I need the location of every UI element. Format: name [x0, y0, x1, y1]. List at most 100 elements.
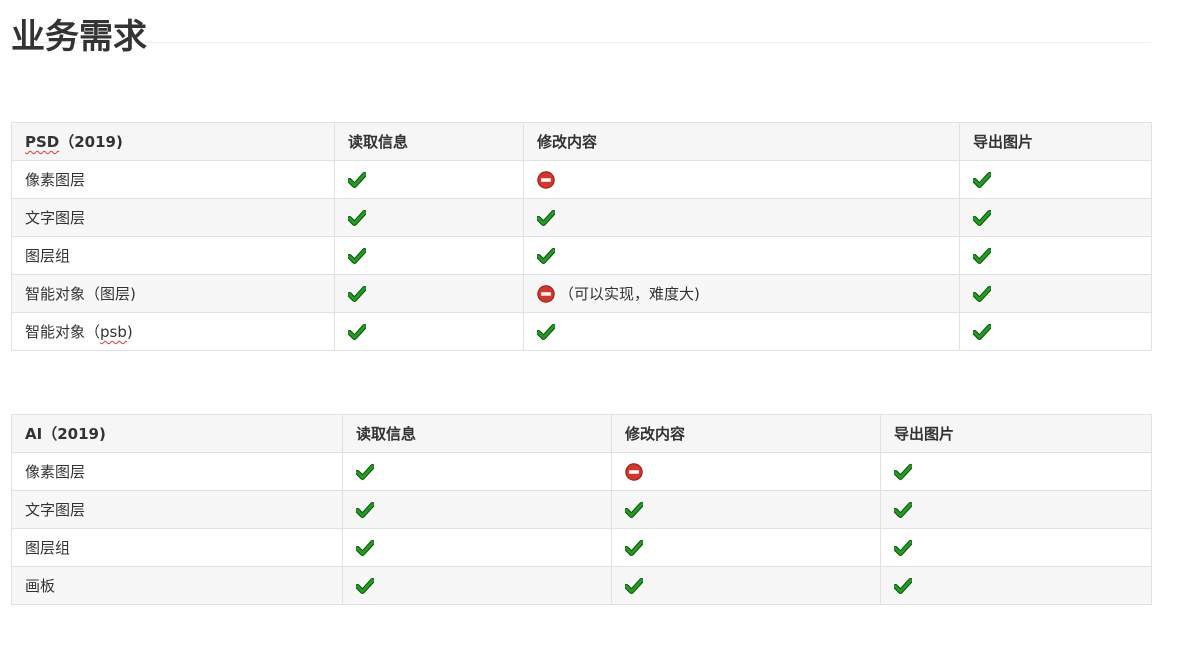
row-label: 画板	[25, 577, 56, 595]
check-mark-icon	[537, 248, 555, 264]
row-label: 像素图层	[25, 171, 86, 189]
modify-status-cell	[523, 160, 960, 199]
read-status-cell	[342, 490, 612, 529]
table-header-row: AI（2019) 读取信息 修改内容 导出图片	[11, 414, 1152, 453]
table-row: 文字图层	[11, 490, 1152, 529]
row-label: 文字图层	[25, 501, 86, 519]
no-entry-icon	[625, 463, 643, 481]
header-format-text-flagged: PSD	[25, 133, 60, 151]
check-mark-icon	[973, 324, 991, 340]
ai-capability-table: AI（2019) 读取信息 修改内容 导出图片 像素图层文字图层图层组画板	[11, 414, 1152, 605]
check-mark-icon	[973, 286, 991, 302]
table-row: 画板	[11, 566, 1152, 605]
table-row: 像素图层	[11, 160, 1152, 199]
read-status-cell	[334, 236, 524, 275]
header-export: 导出图片	[880, 414, 1152, 453]
check-mark-icon	[356, 464, 374, 480]
header-export: 导出图片	[959, 122, 1152, 161]
modify-status-cell	[611, 490, 881, 529]
no-entry-icon	[537, 284, 555, 303]
row-label-suffix: )	[126, 323, 133, 341]
header-read: 读取信息	[334, 122, 524, 161]
row-label-flagged: psb	[100, 323, 127, 341]
row-label: 智能对象（	[25, 323, 101, 341]
modify-status-cell	[523, 236, 960, 275]
export-status-cell	[959, 160, 1152, 199]
row-label-cell: 画板	[11, 566, 343, 605]
check-mark-icon	[973, 210, 991, 226]
header-format-text-suffix: （2019)	[59, 133, 123, 151]
row-label: 智能对象（图层)	[25, 285, 136, 303]
check-mark-icon	[356, 578, 374, 594]
modify-status-cell	[523, 198, 960, 237]
check-mark-icon	[894, 464, 912, 480]
export-status-cell	[880, 490, 1152, 529]
row-label-cell: 智能对象（图层)	[11, 274, 335, 313]
export-status-cell	[880, 528, 1152, 567]
check-mark-icon	[973, 172, 991, 188]
check-mark-icon	[894, 540, 912, 556]
check-mark-icon	[348, 324, 366, 340]
read-status-cell	[334, 274, 524, 313]
header-modify: 修改内容	[611, 414, 881, 453]
row-label-cell: 文字图层	[11, 198, 335, 237]
table-row: 图层组	[11, 528, 1152, 567]
check-mark-icon	[625, 578, 643, 594]
row-label: 像素图层	[25, 463, 86, 481]
check-mark-icon	[537, 210, 555, 226]
modify-status-cell	[523, 312, 960, 351]
modify-note: （可以实现，难度大)	[559, 285, 700, 303]
read-status-cell	[334, 160, 524, 199]
export-status-cell	[959, 274, 1152, 313]
psd-capability-table: PSD（2019) 读取信息 修改内容 导出图片 像素图层文字图层图层组智能对象…	[11, 122, 1152, 351]
row-label-cell: 像素图层	[11, 160, 335, 199]
modify-status-cell	[611, 452, 881, 491]
table-row: 智能对象（psb)	[11, 312, 1152, 351]
header-format-text: AI（2019)	[25, 425, 106, 443]
export-status-cell	[880, 452, 1152, 491]
export-status-cell	[959, 198, 1152, 237]
check-mark-icon	[356, 502, 374, 518]
export-status-cell	[959, 236, 1152, 275]
row-label: 图层组	[25, 539, 71, 557]
page-title: 业务需求	[11, 0, 1151, 56]
check-mark-icon	[348, 210, 366, 226]
no-entry-icon	[537, 171, 555, 189]
export-status-cell	[880, 566, 1152, 605]
document-page: 业务需求 PSD（2019) 读取信息 修改内容 导出图片 像素图层 文字图层 图层…	[11, 0, 1152, 605]
row-label-cell: 智能对象（psb)	[11, 312, 335, 351]
header-format: AI（2019)	[11, 414, 343, 453]
modify-status-cell	[611, 566, 881, 605]
check-mark-icon	[356, 540, 374, 556]
check-mark-icon	[894, 502, 912, 518]
modify-status-cell	[611, 528, 881, 567]
row-label-cell: 图层组	[11, 528, 343, 567]
check-mark-icon	[973, 248, 991, 264]
check-mark-icon	[625, 540, 643, 556]
modify-status-cell: （可以实现，难度大)	[523, 274, 960, 313]
table-row: 智能对象（图层) （可以实现，难度大)	[11, 274, 1152, 313]
check-mark-icon	[348, 248, 366, 264]
table-row: 图层组	[11, 236, 1152, 275]
table-header-row: PSD（2019) 读取信息 修改内容 导出图片	[11, 122, 1152, 161]
table-row: 文字图层	[11, 198, 1152, 237]
check-mark-icon	[348, 286, 366, 302]
check-mark-icon	[625, 502, 643, 518]
row-label-cell: 文字图层	[11, 490, 343, 529]
header-modify: 修改内容	[523, 122, 960, 161]
read-status-cell	[342, 528, 612, 567]
check-mark-icon	[348, 172, 366, 188]
header-format: PSD（2019)	[11, 122, 335, 161]
row-label: 文字图层	[25, 209, 86, 227]
export-status-cell	[959, 312, 1152, 351]
read-status-cell	[342, 452, 612, 491]
read-status-cell	[334, 198, 524, 237]
row-label: 图层组	[25, 247, 71, 265]
read-status-cell	[342, 566, 612, 605]
check-mark-icon	[537, 324, 555, 340]
table-row: 像素图层	[11, 452, 1152, 491]
read-status-cell	[334, 312, 524, 351]
row-label-cell: 像素图层	[11, 452, 343, 491]
header-read: 读取信息	[342, 414, 612, 453]
row-label-cell: 图层组	[11, 236, 335, 275]
